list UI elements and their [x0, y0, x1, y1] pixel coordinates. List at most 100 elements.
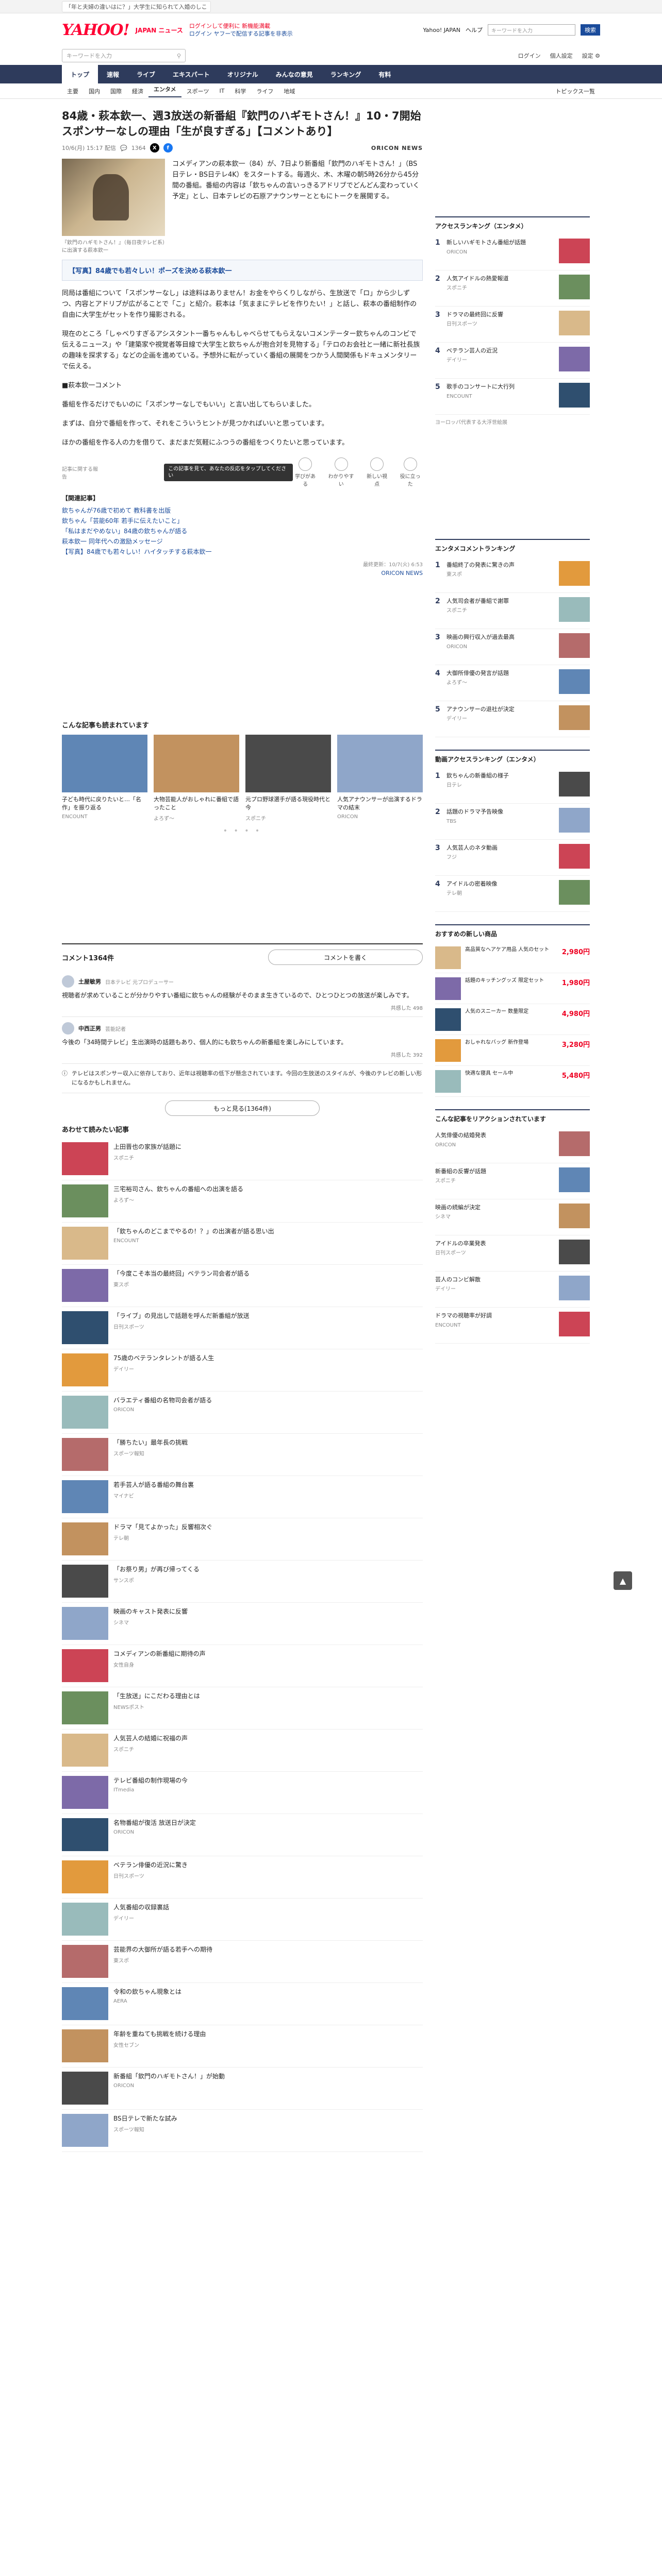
- recommend-card[interactable]: 人気アナウンサーが出演するドラマの結末 ORICON: [337, 735, 423, 822]
- ad-item[interactable]: 人気のスニーカー 数量限定 4,980円: [435, 1004, 590, 1035]
- read-item[interactable]: ベテラン俳優の近況に驚き 日刊スポーツ: [62, 1856, 423, 1899]
- ranking-item[interactable]: 4 アイドルの密着映像 テレ朝: [435, 876, 590, 912]
- ad-item[interactable]: 話題のキッチングッズ 限定セット 1,980円: [435, 973, 590, 1004]
- related-link[interactable]: 「私はまだやめない」84歳の欽ちゃんが語る: [62, 526, 423, 536]
- ranking-item[interactable]: 1 欽ちゃんの新番組の様子 日テレ: [435, 768, 590, 804]
- related-link[interactable]: 欽ちゃん「芸能60年 若手に伝えたいこと」: [62, 516, 423, 526]
- read-item[interactable]: テレビ番組の制作現場の今 ITmedia: [62, 1772, 423, 1814]
- reaction-clear[interactable]: わかりやすい: [326, 457, 356, 487]
- category-entertainment[interactable]: エンタメ: [148, 85, 181, 97]
- avatar[interactable]: [62, 1022, 74, 1035]
- read-item[interactable]: ドラマ「見てよかった」反響相次ぐ テレ朝: [62, 1518, 423, 1561]
- agree-button[interactable]: 共感した 392: [391, 1050, 423, 1058]
- nav-item-ranking[interactable]: ランキング: [322, 65, 370, 83]
- read-item[interactable]: 「勝ちたい」最年長の挑戦 スポーツ報知: [62, 1434, 423, 1476]
- nav-item-opinion[interactable]: みんなの意見: [267, 65, 322, 83]
- read-item[interactable]: 若手芸人が語る番組の舞台裏 マイナビ: [62, 1476, 423, 1518]
- source-link[interactable]: ORICON NEWS: [62, 570, 423, 577]
- ranking-item[interactable]: 2 話題のドラマ予告映像 TBS: [435, 804, 590, 840]
- reaction-article-item[interactable]: 人気俳優の結婚発表 ORICON: [435, 1127, 590, 1163]
- header-search-input[interactable]: キーワードを入力: [488, 24, 575, 36]
- ranking-item[interactable]: 1 新しいハギモトさん番組が話題 ORICON: [435, 234, 590, 270]
- reaction-article-item[interactable]: ドラマの視聴率が好調 ENCOUNT: [435, 1308, 590, 1344]
- ranking-item[interactable]: 5 アナウンサーの退社が決定 デイリー: [435, 701, 590, 737]
- ad-item[interactable]: 快適な寝具 セール中 5,480円: [435, 1066, 590, 1097]
- nav-item-top[interactable]: トップ: [62, 65, 98, 83]
- read-item[interactable]: 人気芸人の結婚に祝福の声 スポニチ: [62, 1730, 423, 1772]
- recommend-card[interactable]: 大物芸能人がおしゃれに番組で語ったこと よろず〜: [154, 735, 239, 822]
- ranking-item[interactable]: 5 歌手のコンサートに大行列 ENCOUNT: [435, 379, 590, 415]
- header-link-1[interactable]: ログインして便利に 新機能満載: [189, 22, 293, 30]
- category-local[interactable]: 地域: [278, 87, 300, 95]
- read-item[interactable]: 新番組「欽門のハギモトさん！」が始動 ORICON: [62, 2067, 423, 2110]
- ranking-item[interactable]: 3 人気芸人のネタ動画 フジ: [435, 840, 590, 876]
- ranking-item[interactable]: 4 大御所俳優の発言が話題 よろず〜: [435, 665, 590, 701]
- read-item[interactable]: 三宅裕司さん、欽ちゃんの番組への出演を語る よろず〜: [62, 1180, 423, 1223]
- category-main[interactable]: 主要: [62, 87, 84, 95]
- reaction-article-item[interactable]: アイドルの卒業発表 日刊スポーツ: [435, 1235, 590, 1272]
- login-link[interactable]: ログイン: [518, 52, 541, 60]
- commenter-name[interactable]: 土屋敏男: [78, 977, 101, 986]
- more-comments-button[interactable]: もっと見る(1364件): [165, 1100, 320, 1116]
- yahoo-top-link[interactable]: Yahoo! JAPAN: [423, 27, 460, 33]
- recommend-card[interactable]: 子ども時代に戻りたいと…「名作」を振り返る ENCOUNT: [62, 735, 147, 822]
- read-item[interactable]: 年齢を重ねても挑戦を続ける理由 女性セブン: [62, 2025, 423, 2067]
- ad-item[interactable]: 高品質なヘアケア用品 人気のセット 2,980円: [435, 942, 590, 973]
- read-item[interactable]: 人気番組の収録裏話 デイリー: [62, 1899, 423, 1941]
- related-link[interactable]: 欽ちゃんが76歳で初めて 教科書を出版: [62, 505, 423, 516]
- avatar[interactable]: [62, 975, 74, 988]
- nav-item-expert[interactable]: エキスパート: [164, 65, 219, 83]
- agree-button[interactable]: 共感した 498: [391, 1004, 423, 1011]
- reaction-article-item[interactable]: 新番組の反響が話題 スポニチ: [435, 1163, 590, 1199]
- category-science[interactable]: 科学: [229, 87, 251, 95]
- facebook-share-icon[interactable]: f: [163, 143, 173, 152]
- nav-item-breaking[interactable]: 速報: [98, 65, 128, 83]
- report-link[interactable]: 記事に関する報告: [62, 465, 102, 480]
- topics-list-link[interactable]: トピックス一覧: [550, 87, 600, 95]
- comment-count[interactable]: 1364: [131, 145, 146, 151]
- commenter-name[interactable]: 中西正男: [78, 1024, 101, 1032]
- reaction-article-item[interactable]: 芸人のコンビ解散 デイリー: [435, 1272, 590, 1308]
- read-item[interactable]: BS日テレで新たな試み スポーツ報知: [62, 2110, 423, 2152]
- reaction-article-item[interactable]: 映画の続編が決定 シネマ: [435, 1199, 590, 1235]
- source-logo[interactable]: ORICON NEWS: [371, 145, 423, 151]
- scroll-to-top-button[interactable]: ▲: [614, 1571, 632, 1590]
- carousel-dots[interactable]: • • • •: [62, 827, 423, 835]
- header-search-button[interactable]: 検索: [581, 24, 600, 36]
- read-item[interactable]: 「生放送」にこだわる理由とは NEWSポスト: [62, 1687, 423, 1730]
- personal-settings-link[interactable]: 個人設定: [550, 52, 573, 60]
- category-it[interactable]: IT: [214, 88, 229, 94]
- reaction-learned[interactable]: 学びがある: [293, 457, 318, 487]
- nav-item-live[interactable]: ライブ: [128, 65, 164, 83]
- related-link[interactable]: 【写真】84歳でも若々しい！ハイタッチする萩本欽一: [62, 547, 423, 557]
- reaction-new-view[interactable]: 新しい視点: [365, 457, 390, 487]
- header-link-2[interactable]: ログイン ヤフーで配信する記事を非表示: [189, 30, 293, 38]
- photo-gallery-link[interactable]: 【写真】84歳でも若々しい！ポーズを決める萩本欽一: [62, 260, 423, 281]
- promo-link[interactable]: 「年と夫婦の違いはに？」大学生に知られて入婚のしこ: [62, 1, 211, 12]
- read-item[interactable]: バラエティ番組の名物司会者が語る ORICON: [62, 1392, 423, 1434]
- read-item[interactable]: 名物番組が復活 放送日が決定 ORICON: [62, 1814, 423, 1856]
- read-item[interactable]: 「ライブ」の見出しで話題を呼んだ新番組が放送 日刊スポーツ: [62, 1307, 423, 1349]
- settings-link[interactable]: 設定 ⚙: [582, 52, 600, 60]
- ranking-item[interactable]: 3 ドラマの最終回に反響 日刊スポーツ: [435, 307, 590, 343]
- news-search-input[interactable]: キーワードを入力 ⚲: [62, 49, 186, 62]
- recommend-card[interactable]: 元プロ野球選手が語る現役時代と今 スポニチ: [245, 735, 331, 822]
- read-item[interactable]: 75歳のベテランタレントが語る人生 デイリー: [62, 1349, 423, 1392]
- ranking-item[interactable]: 4 ベテラン芸人の近況 デイリー: [435, 343, 590, 379]
- write-comment-button[interactable]: コメントを書く: [268, 950, 423, 965]
- read-item[interactable]: 上田晋也の家族が話題に スポニチ: [62, 1138, 423, 1180]
- read-item[interactable]: 芸能界の大御所が語る若手への期待 東スポ: [62, 1941, 423, 1983]
- related-link[interactable]: 萩本欽一 同年代への激励メッセージ: [62, 536, 423, 547]
- lead-photo[interactable]: [62, 159, 165, 236]
- category-sports[interactable]: スポーツ: [181, 87, 214, 95]
- nav-item-paid[interactable]: 有料: [370, 65, 400, 83]
- category-economy[interactable]: 経済: [127, 87, 148, 95]
- category-life[interactable]: ライフ: [251, 87, 278, 95]
- ranking-item[interactable]: 3 映画の興行収入が過去最高 ORICON: [435, 629, 590, 665]
- read-item[interactable]: 映画のキャスト発表に反響 シネマ: [62, 1603, 423, 1645]
- reaction-useful[interactable]: 役に立った: [398, 457, 423, 487]
- read-item[interactable]: 令和の欽ちゃん現象とは AERA: [62, 1983, 423, 2025]
- read-item[interactable]: コメディアンの新番組に期待の声 女性自身: [62, 1645, 423, 1687]
- ad-item[interactable]: おしゃれなバッグ 新作登場 3,280円: [435, 1035, 590, 1066]
- category-world[interactable]: 国際: [105, 87, 127, 95]
